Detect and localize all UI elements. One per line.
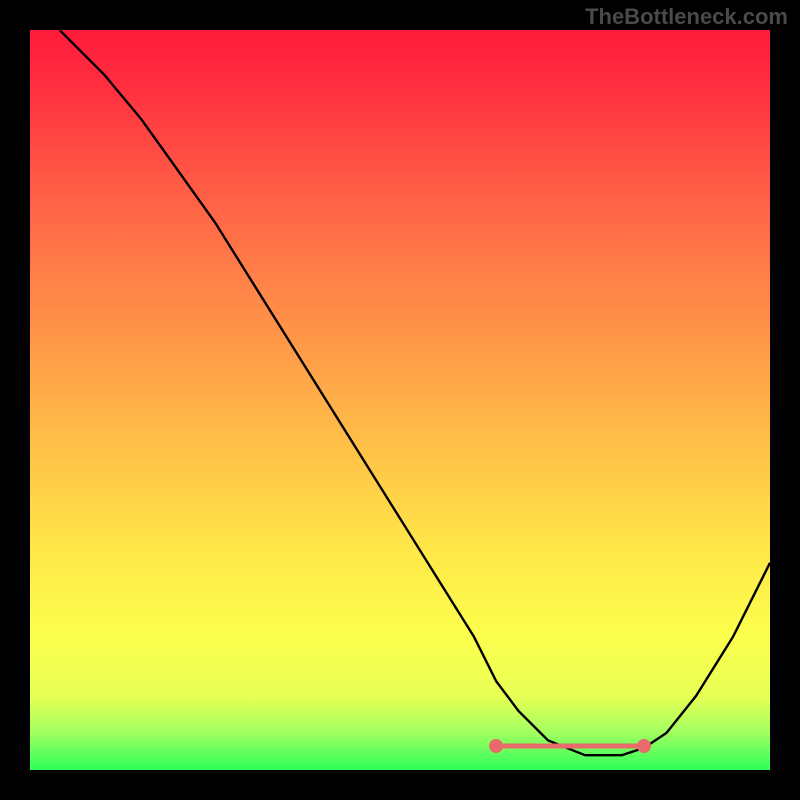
bottleneck-curve xyxy=(60,30,770,755)
curve-marker-1 xyxy=(637,739,651,753)
flat-band xyxy=(496,744,644,749)
watermark-text: TheBottleneck.com xyxy=(585,4,788,30)
plot-area xyxy=(30,30,770,770)
curve-marker-0 xyxy=(489,739,503,753)
curve-svg xyxy=(30,30,770,770)
